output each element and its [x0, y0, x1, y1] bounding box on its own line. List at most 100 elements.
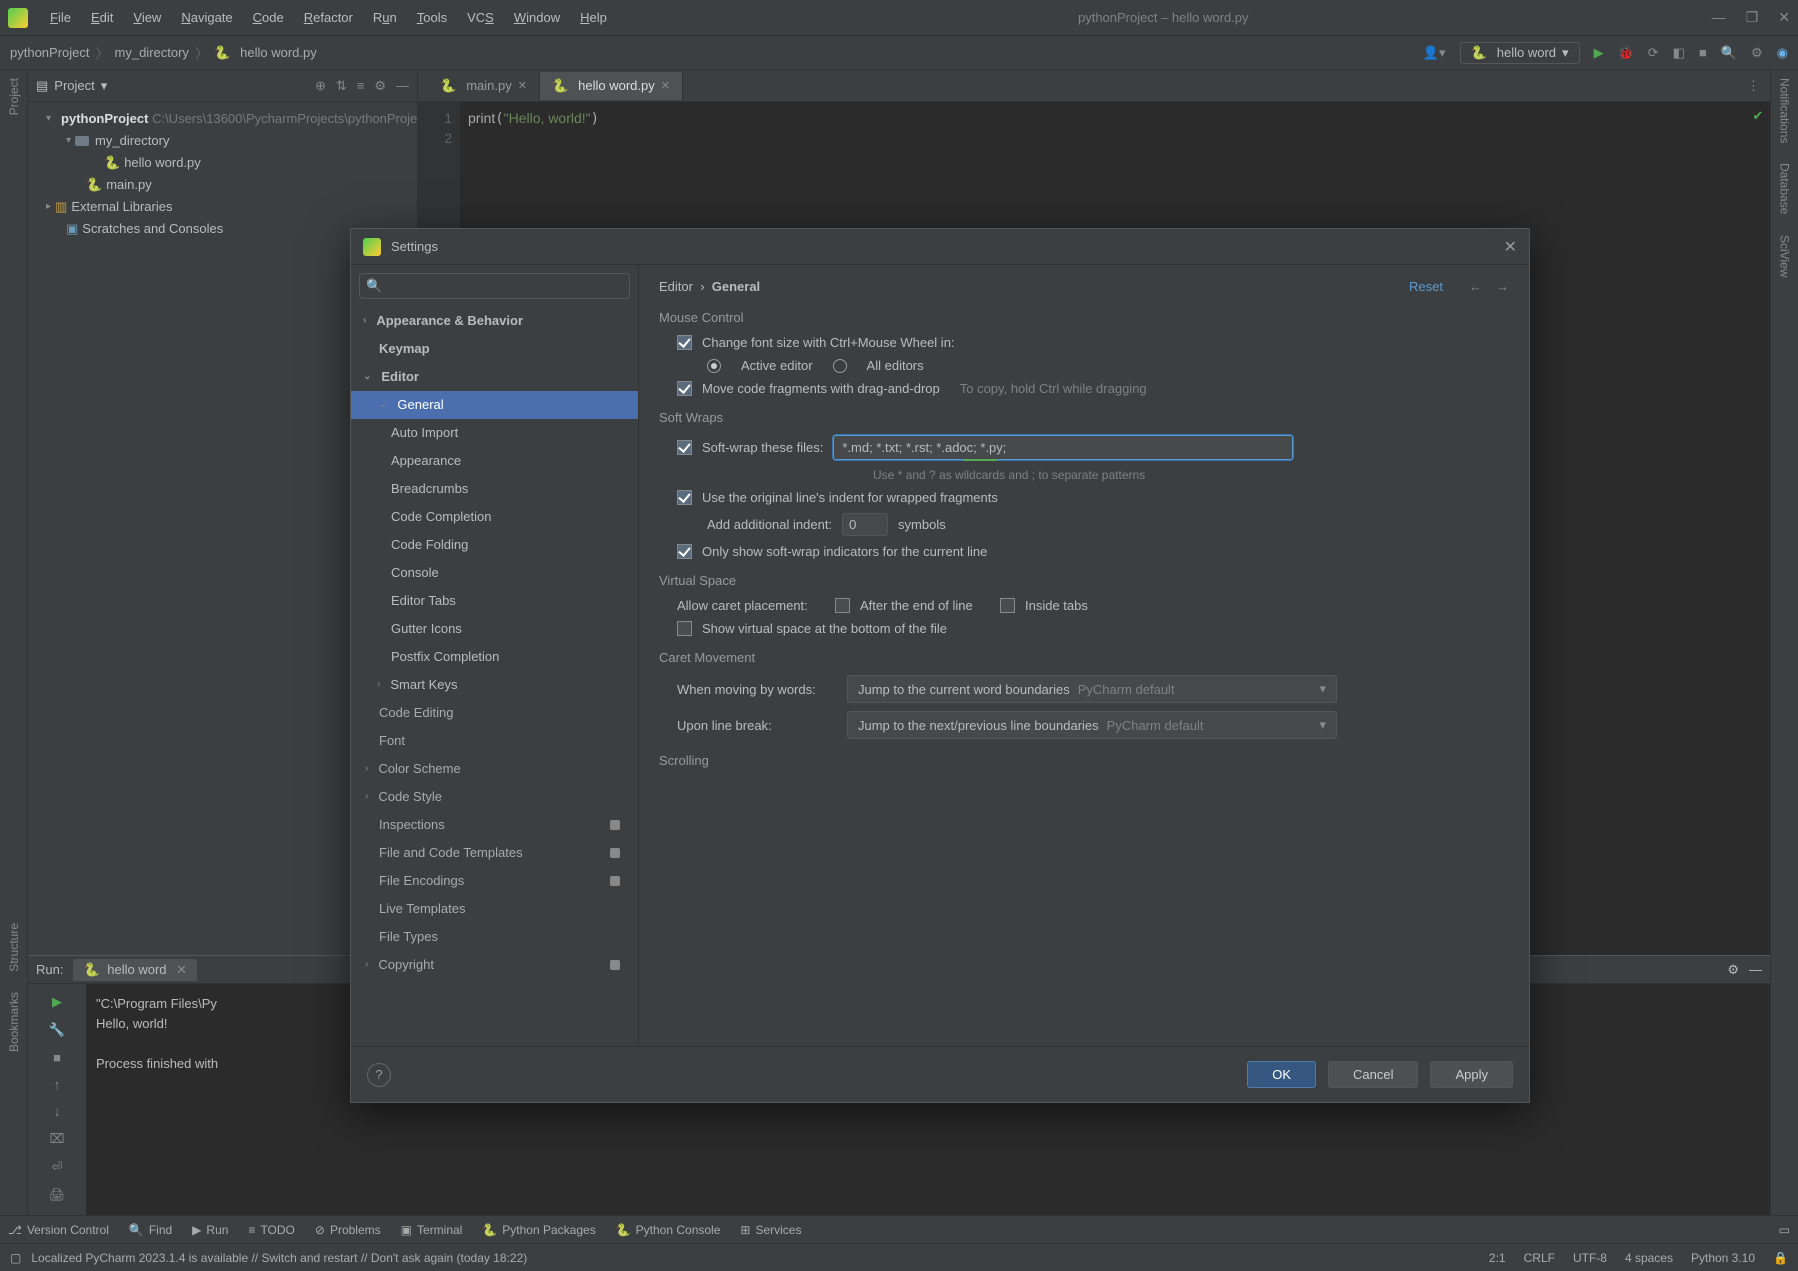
crumb-dir[interactable]: my_directory	[115, 45, 189, 60]
print-icon[interactable]: 🖨	[49, 1187, 66, 1203]
nav-keymap[interactable]: Keymap	[351, 335, 638, 363]
close-icon[interactable]: ✕	[176, 962, 187, 977]
run-tab[interactable]: 🐍 hello word ✕	[73, 959, 197, 981]
nav-smart[interactable]: ›Smart Keys	[351, 671, 638, 699]
tree-file2[interactable]: 🐍main.py	[28, 174, 417, 196]
menu-file[interactable]: File	[42, 6, 79, 29]
radio-all-editors[interactable]	[833, 359, 847, 373]
close-tab-icon[interactable]: ✕	[518, 79, 527, 92]
gear-icon[interactable]: ⚙	[374, 78, 386, 94]
nav-editor[interactable]: ⌄Editor	[351, 363, 638, 391]
chk-original-indent[interactable]	[677, 490, 692, 505]
check-icon[interactable]: ✔	[1753, 108, 1764, 123]
tool-todo[interactable]: ≡ TODO	[248, 1223, 294, 1237]
sidebar-bookmarks[interactable]: Bookmarks	[7, 992, 21, 1052]
rerun-icon[interactable]: ▶	[52, 994, 62, 1010]
tool-vcs[interactable]: ⎇ Version Control	[8, 1223, 109, 1237]
ok-button[interactable]: OK	[1247, 1061, 1316, 1088]
up-icon[interactable]: ↑	[54, 1077, 61, 1092]
nav-codestyle[interactable]: ›Code Style	[351, 783, 638, 811]
tree-dir[interactable]: ▾my_directory	[28, 130, 417, 152]
wrap-icon[interactable]: ⏎	[52, 1159, 63, 1175]
help-button[interactable]: ?	[367, 1063, 391, 1087]
select-line-break[interactable]: Jump to the next/previous line boundarie…	[847, 711, 1337, 739]
toolwindows-icon[interactable]: ▢	[10, 1251, 21, 1265]
nav-appearance2[interactable]: Appearance	[351, 447, 638, 475]
crumb-file[interactable]: hello word.py	[240, 45, 317, 60]
debug-icon[interactable]: 🐞	[1618, 45, 1634, 61]
coverage-icon[interactable]: ⟳	[1648, 45, 1659, 61]
chk-softwrap-files[interactable]	[677, 440, 692, 455]
reset-button[interactable]: Reset	[1409, 279, 1443, 294]
wrench-icon[interactable]: 🔧	[49, 1022, 65, 1038]
apply-button[interactable]: Apply	[1430, 1061, 1513, 1088]
forward-icon[interactable]: →	[1496, 279, 1509, 294]
tree-file1[interactable]: 🐍hello word.py	[28, 152, 417, 174]
nav-gutter[interactable]: Gutter Icons	[351, 615, 638, 643]
menu-code[interactable]: Code	[245, 6, 292, 29]
nav-font[interactable]: Font	[351, 727, 638, 755]
status-crlf[interactable]: CRLF	[1524, 1251, 1555, 1265]
more-icon[interactable]: ⋮	[1737, 78, 1770, 94]
minimize-icon[interactable]: —	[1712, 9, 1726, 26]
tool-find[interactable]: 🔍 Find	[129, 1223, 172, 1237]
tree-external[interactable]: ▸▥External Libraries	[28, 196, 417, 218]
nav-postfix[interactable]: Postfix Completion	[351, 643, 638, 671]
chevron-down-icon[interactable]: ▾	[101, 78, 108, 94]
nav-folding[interactable]: Code Folding	[351, 531, 638, 559]
filter-icon[interactable]: ⌧	[50, 1131, 65, 1147]
sidebar-notifications[interactable]: Notifications	[1778, 78, 1792, 143]
chk-inside-tabs[interactable]	[1000, 598, 1015, 613]
nav-livetemplates[interactable]: Live Templates	[351, 895, 638, 923]
status-pos[interactable]: 2:1	[1489, 1251, 1506, 1265]
crumb-root[interactable]: pythonProject	[10, 45, 90, 60]
nav-codeediting[interactable]: Code Editing	[351, 699, 638, 727]
tool-terminal[interactable]: ▣ Terminal	[401, 1223, 463, 1237]
run-icon[interactable]: ▶	[1594, 45, 1604, 61]
menu-refactor[interactable]: Refactor	[296, 6, 361, 29]
nav-autoimport[interactable]: Auto Import	[351, 419, 638, 447]
sidebar-project-tab[interactable]: Project	[7, 78, 21, 115]
user-icon[interactable]: 👤▾	[1423, 45, 1446, 61]
search-icon[interactable]: 🔍	[1721, 45, 1737, 61]
close-tab-icon[interactable]: ✕	[661, 79, 670, 92]
run-config-selector[interactable]: 🐍 hello word ▾	[1460, 42, 1580, 64]
nav-editortabs[interactable]: Editor Tabs	[351, 587, 638, 615]
tab-hello[interactable]: 🐍hello word.py✕	[540, 72, 683, 100]
menu-tools[interactable]: Tools	[409, 6, 455, 29]
status-python[interactable]: Python 3.10	[1691, 1251, 1755, 1265]
target-icon[interactable]: ⊕	[315, 78, 326, 94]
tool-run[interactable]: ▶ Run	[192, 1223, 228, 1237]
nav-completion[interactable]: Code Completion	[351, 503, 638, 531]
menu-vcs[interactable]: VCS	[459, 6, 502, 29]
crumb-editor[interactable]: Editor	[659, 279, 693, 294]
collapse-icon[interactable]: ⇅	[336, 78, 347, 94]
event-log-icon[interactable]: ▭	[1779, 1223, 1790, 1237]
hide-icon[interactable]: —	[396, 78, 409, 94]
sort-icon[interactable]: ≡	[357, 78, 365, 94]
nav-inspections[interactable]: Inspections	[351, 811, 638, 839]
menu-view[interactable]: View	[125, 6, 169, 29]
cancel-button[interactable]: Cancel	[1328, 1061, 1418, 1088]
close-icon[interactable]: ✕	[1778, 9, 1790, 26]
lock-icon[interactable]: 🔒	[1773, 1251, 1788, 1265]
down-icon[interactable]: ↓	[54, 1104, 61, 1119]
profile-icon[interactable]: ◧	[1673, 45, 1685, 61]
menu-help[interactable]: Help	[572, 6, 615, 29]
tool-pypackages[interactable]: 🐍 Python Packages	[482, 1223, 595, 1237]
dialog-title-bar[interactable]: Settings ✕	[351, 229, 1529, 265]
status-enc[interactable]: UTF-8	[1573, 1251, 1607, 1265]
gear-icon[interactable]: ⚙	[1727, 962, 1739, 978]
hide-icon[interactable]: —	[1749, 962, 1762, 977]
status-indent[interactable]: 4 spaces	[1625, 1251, 1673, 1265]
tab-main[interactable]: 🐍main.py✕	[428, 72, 540, 100]
nav-general[interactable]: ⌄General	[351, 391, 638, 419]
nav-fileenc[interactable]: File Encodings	[351, 867, 638, 895]
nav-colorscheme[interactable]: ›Color Scheme	[351, 755, 638, 783]
menu-navigate[interactable]: Navigate	[173, 6, 240, 29]
select-by-words[interactable]: Jump to the current word boundariesPyCha…	[847, 675, 1337, 703]
nav-copyright[interactable]: ›Copyright	[351, 951, 638, 979]
nav-filetemplates[interactable]: File and Code Templates	[351, 839, 638, 867]
stop-icon[interactable]: ■	[1699, 45, 1707, 60]
menu-run[interactable]: Run	[365, 6, 405, 29]
